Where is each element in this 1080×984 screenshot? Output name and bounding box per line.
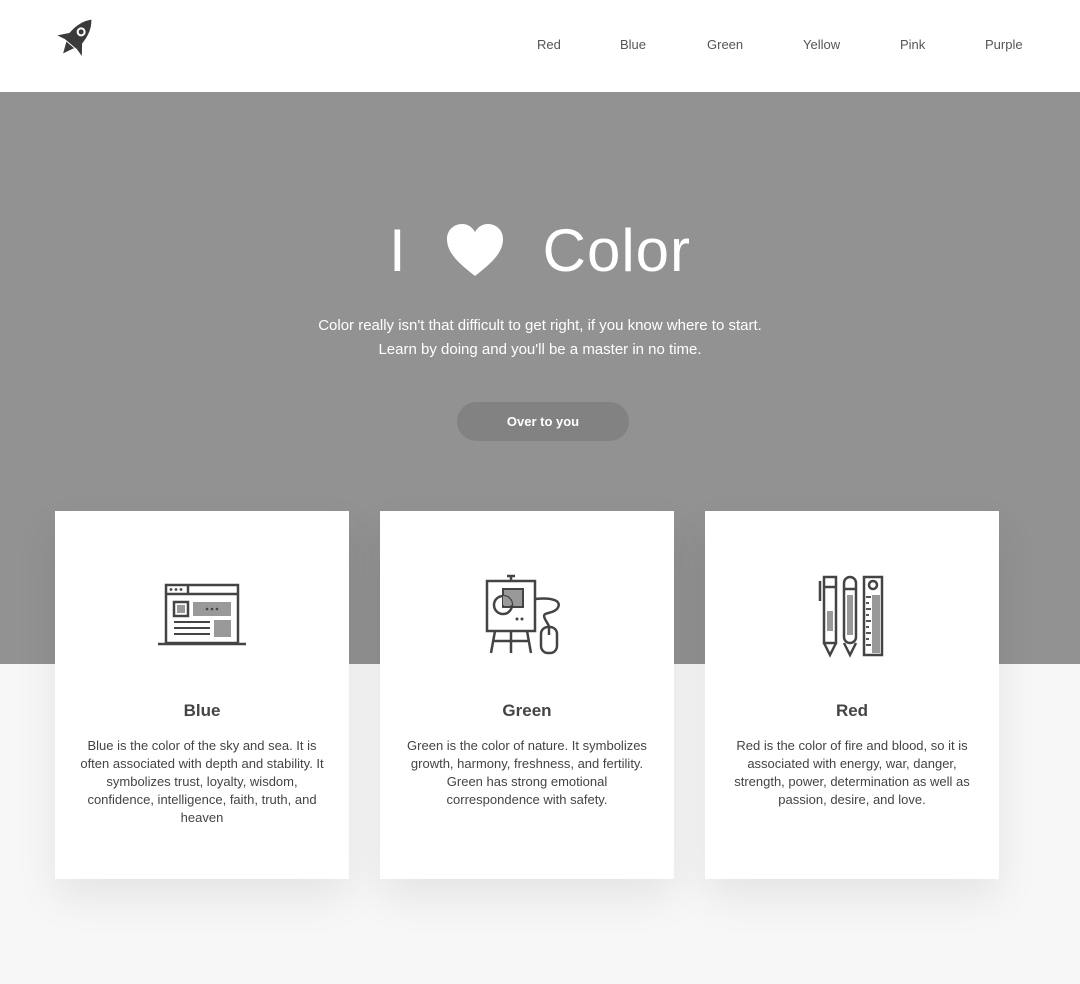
card-red: Red Red is the color of fire and blood, … (705, 511, 999, 879)
nav-item-yellow[interactable]: Yellow (803, 37, 840, 52)
card-description: Green is the color of nature. It symboli… (407, 738, 647, 807)
card-description: Red is the color of fire and blood, so i… (734, 738, 970, 807)
browser-window-icon (158, 583, 246, 646)
pens-ruler-icon (818, 575, 884, 658)
nav-item-pink[interactable]: Pink (900, 37, 925, 52)
card-title: Blue (183, 701, 221, 720)
card-title: Red (835, 701, 869, 720)
nav-item-red[interactable]: Red (537, 37, 561, 52)
easel-mouse-icon (485, 574, 560, 655)
heart-icon (446, 224, 503, 276)
card-description: Blue is the color of the sky and sea. It… (80, 738, 324, 825)
card-green: Green Green is the color of nature. It s… (380, 511, 674, 879)
hero-title: I Color (0, 210, 1080, 290)
card-blue: Blue Blue is the color of the sky and se… (55, 511, 349, 879)
hero-subtitle-line2: Learn by doing and you'll be a master in… (378, 341, 702, 358)
card-title: Green (502, 701, 552, 720)
hero-title-right: Color (542, 216, 692, 284)
over-to-you-button[interactable]: Over to you (457, 402, 629, 441)
hero-subtitle-line1: Color really isn't that difficult to get… (318, 317, 762, 334)
nav-item-purple[interactable]: Purple (985, 37, 1023, 52)
site-header: Red Blue Green Yellow Pink Purple (0, 0, 1080, 92)
hero-subtitle: Color really isn't that difficult to get… (0, 314, 1080, 362)
hero-title-left: I (388, 216, 407, 284)
nav-item-blue[interactable]: Blue (620, 37, 646, 52)
nav-item-green[interactable]: Green (707, 37, 743, 52)
main-nav: Red Blue Green Yellow Pink Purple (0, 37, 1080, 57)
page: Red Blue Green Yellow Pink Purple I Colo… (0, 0, 1080, 984)
